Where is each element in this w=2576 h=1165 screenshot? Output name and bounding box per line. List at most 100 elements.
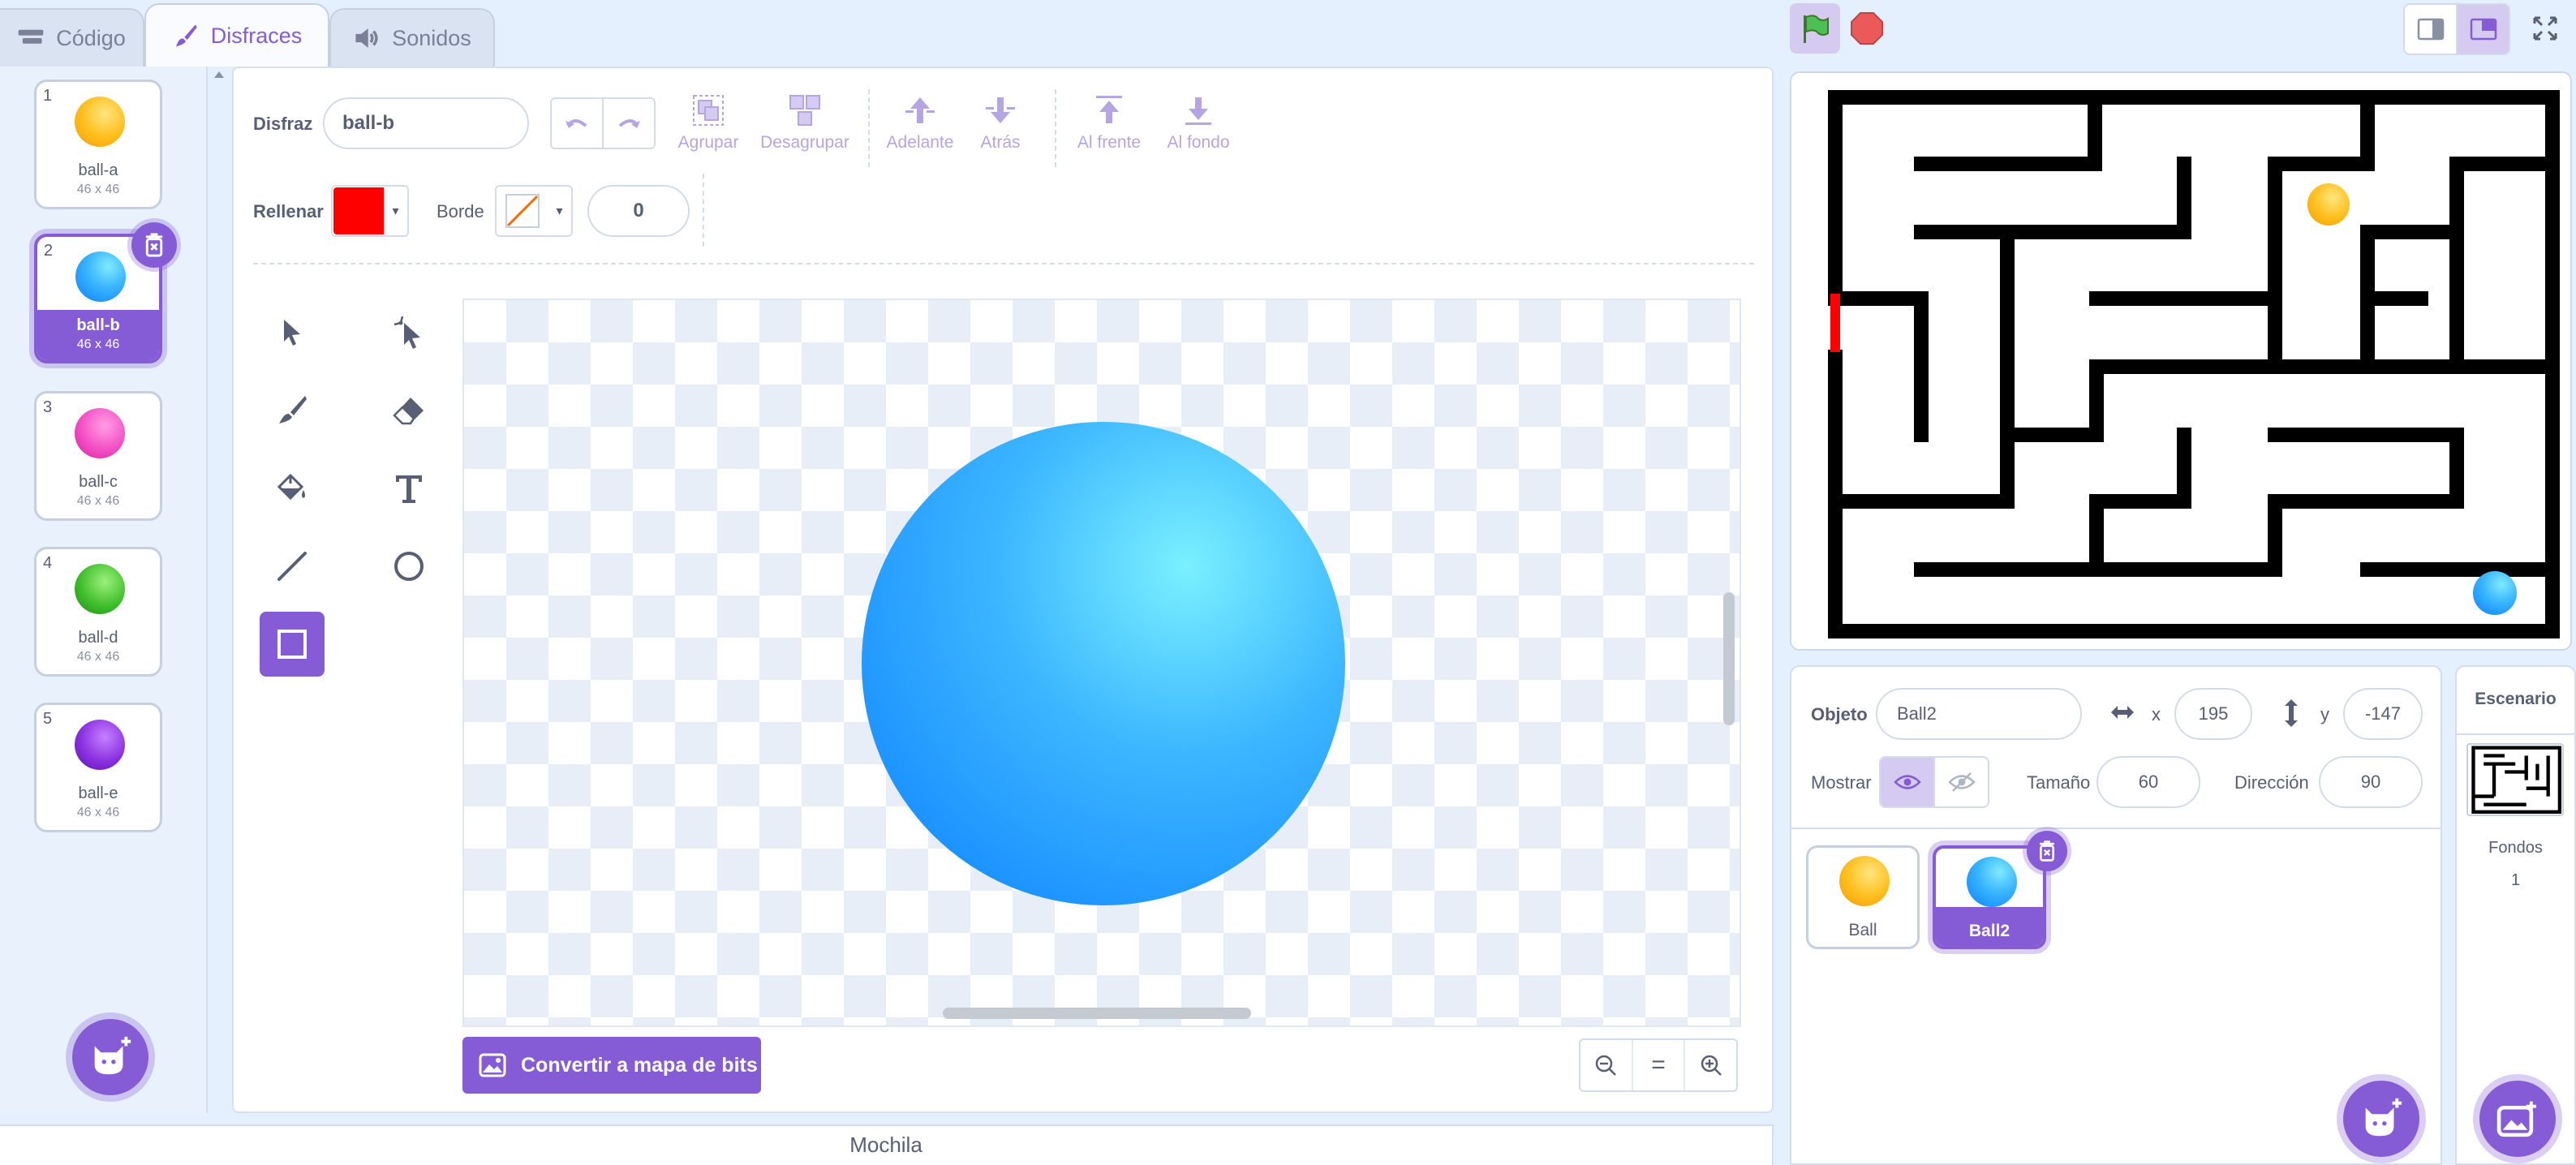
text-tool[interactable] <box>376 456 441 521</box>
size-input[interactable]: 60 <box>2096 756 2200 808</box>
fill-color-picker[interactable]: ▾ <box>331 185 409 237</box>
outline-color-picker[interactable]: ▾ <box>495 185 573 237</box>
visibility-toggle <box>1879 756 1989 808</box>
tab-sounds[interactable]: Sonidos <box>329 8 495 67</box>
backward-button[interactable]: Atrás <box>964 92 1037 153</box>
costume-name: ball-b <box>76 316 120 334</box>
backward-label: Atrás <box>980 133 1021 152</box>
paintbrush-icon <box>279 396 307 423</box>
line-icon <box>277 552 307 581</box>
costume-item[interactable]: 1 ball-a 46 x 46 <box>34 80 162 209</box>
redo-icon <box>618 119 640 128</box>
front-label: Al frente <box>1077 133 1142 152</box>
x-label: x <box>2152 704 2161 724</box>
tab-code[interactable]: Código <box>0 8 144 67</box>
line-tool[interactable] <box>260 534 325 599</box>
hide-sprite-button[interactable] <box>1935 758 1988 806</box>
back-icon <box>1185 97 1211 125</box>
show-sprite-button[interactable] <box>1881 758 1935 806</box>
outline-width-input[interactable]: 0 <box>587 185 690 237</box>
costume-ball-drawing <box>862 422 1345 905</box>
costume-name: ball-c <box>79 473 118 491</box>
rectangle-icon <box>277 630 307 659</box>
cat-add-icon <box>94 1036 131 1075</box>
paint-canvas[interactable] <box>462 299 1741 1027</box>
small-stage-icon <box>2417 18 2444 41</box>
fullscreen-button[interactable] <box>2520 3 2570 54</box>
costume-size: 46 x 46 <box>76 806 120 819</box>
x-input[interactable]: 195 <box>2174 688 2252 740</box>
eye-slash-icon <box>1947 772 1976 792</box>
convert-to-bitmap-button[interactable]: Convertir a mapa de bits <box>462 1037 761 1094</box>
sprite-ball2[interactable] <box>2473 571 2517 615</box>
costume-name-input[interactable]: ball-b <box>323 97 529 149</box>
show-label: Mostrar <box>1811 772 1872 793</box>
backpack-panel[interactable]: Mochila <box>0 1124 1774 1165</box>
delete-sprite-button[interactable] <box>2027 831 2067 871</box>
costume-item[interactable]: 3 ball-c 46 x 46 <box>34 391 162 521</box>
stage-canvas[interactable] <box>1790 71 2572 651</box>
choose-sprite-button[interactable] <box>2343 1081 2419 1157</box>
costume-item[interactable]: 4 ball-d 46 x 46 <box>34 547 162 677</box>
horizontal-arrows-icon <box>2111 706 2134 719</box>
sprite-name: Ball2 <box>1968 922 2010 940</box>
stop-icon <box>1851 12 1883 45</box>
tab-sounds-label: Sonidos <box>392 25 471 50</box>
back-button[interactable]: Al fondo <box>1154 92 1243 153</box>
front-button[interactable]: Al frente <box>1064 92 1154 153</box>
horizontal-scrollbar[interactable] <box>943 1008 1251 1019</box>
rectangle-tool[interactable] <box>260 612 325 677</box>
backdrop-thumbnail <box>2466 743 2564 816</box>
fill-tool[interactable] <box>260 456 325 521</box>
normal-stage-button[interactable] <box>2458 5 2509 54</box>
size-label: Tamaño <box>2027 772 2091 793</box>
costume-list: 1 ball-a 46 x 46 2 ball-b 46 x 46 3 ball… <box>0 67 224 1113</box>
eraser-icon <box>393 398 424 425</box>
back-label: Al fondo <box>1167 133 1230 152</box>
toolbar-separator <box>703 174 704 247</box>
group-button[interactable]: Agrupar <box>672 92 745 153</box>
undo-redo-group <box>550 97 656 149</box>
sprite-panel: Objeto Ball2 x 195 y -147 Mostrar Tamaño… <box>1790 665 2442 1165</box>
sprite-ball[interactable] <box>2307 183 2350 226</box>
sprite-name-input[interactable]: Ball2 <box>1876 688 2082 740</box>
ungroup-button[interactable]: Desagrupar <box>756 92 854 153</box>
group-icon <box>693 95 724 126</box>
scroll-up-arrow-icon[interactable] <box>213 70 226 80</box>
tab-costumes[interactable]: Disfraces <box>144 3 329 67</box>
costume-thumbnail <box>75 564 125 614</box>
green-flag-button[interactable] <box>1790 3 1840 54</box>
reshape-tool[interactable] <box>376 300 441 365</box>
eraser-tool[interactable] <box>376 378 441 443</box>
zoom-out-button[interactable] <box>1580 1040 1633 1090</box>
stage-target-panel[interactable]: Escenario Fondos 1 <box>2455 665 2576 1165</box>
brush-tool[interactable] <box>260 378 325 443</box>
y-input[interactable]: -147 <box>2343 688 2423 740</box>
reshape-icon <box>393 316 420 349</box>
undo-button[interactable] <box>552 99 604 148</box>
sprite-name: Ball <box>1848 921 1877 939</box>
costume-name: ball-d <box>78 629 118 647</box>
choose-backdrop-button[interactable] <box>2479 1081 2556 1157</box>
forward-icon <box>905 97 935 123</box>
direction-input[interactable]: 90 <box>2319 756 2423 808</box>
vertical-scrollbar[interactable] <box>1723 592 1735 725</box>
circle-tool[interactable] <box>376 534 441 599</box>
fullscreen-icon <box>2533 16 2557 41</box>
maze-thumbnail <box>2471 746 2562 814</box>
costume-item[interactable]: 5 ball-e 46 x 46 <box>34 703 162 832</box>
zoom-in-button[interactable] <box>1685 1040 1736 1090</box>
zoom-out-icon <box>1596 1055 1617 1076</box>
redo-button[interactable] <box>604 99 654 148</box>
stop-button[interactable] <box>1842 3 1892 54</box>
forward-button[interactable]: Adelante <box>879 92 961 153</box>
ungroup-icon <box>789 95 820 126</box>
delete-costume-button[interactable] <box>131 222 177 268</box>
text-icon <box>396 475 422 503</box>
select-tool[interactable] <box>260 300 325 365</box>
outline-label: Borde <box>437 201 484 221</box>
sprite-tile[interactable]: Ball <box>1806 845 1920 949</box>
zoom-reset-button[interactable]: = <box>1633 1040 1686 1090</box>
choose-costume-button[interactable] <box>72 1019 148 1095</box>
small-stage-button[interactable] <box>2405 5 2458 54</box>
